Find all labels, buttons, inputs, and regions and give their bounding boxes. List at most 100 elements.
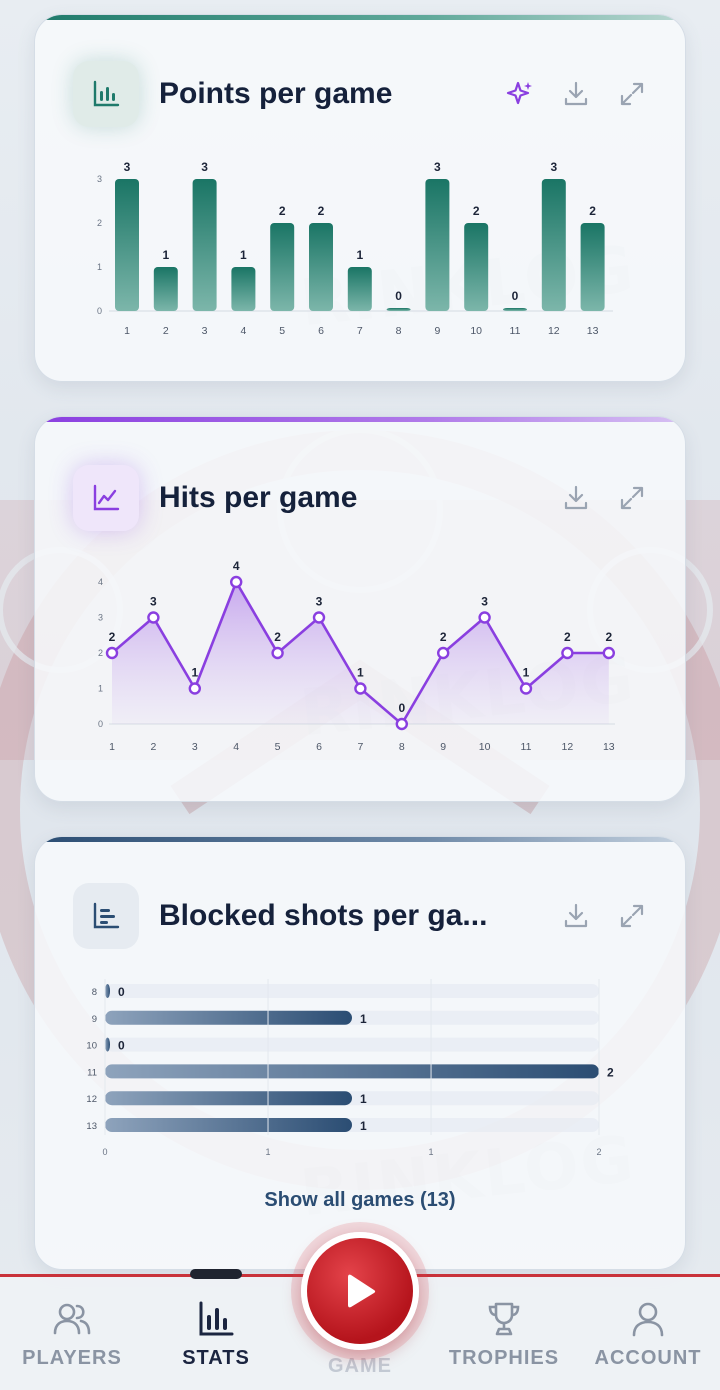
bar (580, 223, 605, 311)
y-tick-label: 11 (87, 1067, 97, 1078)
bar (309, 223, 333, 311)
account-icon (632, 1302, 664, 1337)
y-tick-label: 12 (86, 1094, 97, 1105)
bar (347, 267, 372, 311)
data-label: 2 (605, 630, 612, 644)
play-game-button[interactable] (301, 1232, 419, 1350)
data-label: 2 (440, 630, 447, 644)
nav-label: GAME (328, 1355, 392, 1377)
x-tick-label: 12 (548, 325, 560, 337)
data-label: 1 (523, 666, 530, 680)
data-label: 2 (564, 630, 571, 644)
nav-stats[interactable]: STATS (146, 1299, 286, 1370)
data-label: 2 (109, 630, 116, 644)
y-tick-label: 4 (98, 577, 103, 587)
data-label: 0 (118, 985, 125, 999)
data-label: 1 (356, 248, 363, 262)
bar (105, 1010, 352, 1025)
bar (425, 179, 450, 311)
data-label: 3 (550, 160, 557, 174)
x-tick-label: 1 (266, 1147, 271, 1157)
data-label: 3 (124, 160, 131, 174)
nav-game[interactable]: GAME (290, 1347, 430, 1378)
bar (541, 179, 566, 311)
play-icon (348, 1274, 376, 1308)
x-tick-label: 10 (479, 741, 491, 753)
data-point (519, 682, 533, 695)
y-tick-label: 1 (97, 262, 102, 272)
bar (464, 223, 489, 311)
bar (105, 1037, 110, 1052)
data-label: 0 (395, 289, 402, 303)
data-label: 2 (607, 1065, 614, 1079)
data-point (229, 575, 243, 589)
x-tick-label: 6 (316, 741, 322, 753)
y-tick-label: 13 (86, 1121, 97, 1132)
trophy-icon (488, 1302, 520, 1336)
y-tick-label: 8 (92, 987, 97, 998)
data-point (354, 682, 367, 695)
bar (153, 267, 178, 311)
x-tick-label: 8 (399, 741, 405, 753)
x-tick-label: 4 (240, 325, 246, 337)
data-label: 3 (201, 160, 208, 174)
x-tick-label: 4 (233, 741, 239, 753)
nav-label: PLAYERS (22, 1347, 122, 1369)
y-tick-label: 0 (97, 306, 102, 316)
y-tick-label: 0 (98, 719, 103, 729)
points-bar-chart: 0123311233142526170839210011312213 (97, 160, 613, 337)
y-tick-label: 9 (92, 1014, 97, 1025)
nav-players[interactable]: PLAYERS (2, 1299, 142, 1370)
data-label: 3 (316, 595, 323, 609)
active-tab-indicator (190, 1269, 242, 1279)
bar (105, 1091, 352, 1106)
bar (105, 984, 110, 998)
bar (270, 223, 295, 311)
data-label: 1 (162, 248, 169, 262)
x-tick-label: 8 (396, 325, 402, 337)
nav-label: STATS (182, 1347, 250, 1369)
x-tick-label: 10 (470, 325, 482, 337)
x-tick-label: 6 (318, 325, 324, 337)
x-tick-label: 1 (124, 325, 130, 337)
nav-account[interactable]: ACCOUNT (578, 1299, 718, 1370)
x-tick-label: 11 (510, 325, 521, 337)
x-tick-label: 0 (102, 1147, 107, 1157)
x-tick-label: 3 (192, 741, 198, 753)
x-tick-label: 2 (150, 741, 156, 753)
x-tick-label: 2 (596, 1147, 601, 1157)
x-tick-label: 1 (429, 1147, 434, 1157)
data-label: 1 (240, 248, 247, 262)
stats-icon (199, 1301, 234, 1336)
data-point (188, 682, 202, 695)
players-icon (53, 1303, 91, 1335)
data-label: 2 (279, 204, 286, 218)
x-tick-label: 3 (202, 325, 208, 337)
bar (115, 179, 139, 311)
data-label: 0 (398, 701, 405, 715)
y-tick-label: 3 (97, 174, 102, 184)
data-label: 2 (473, 204, 480, 218)
hits-per-game-card: Hits per game 0 1 2 3 4 2 1 3 2 1 3 4 4 2 5 3 6 1 7 0 8 2 9 3 10… (34, 416, 686, 802)
nav-trophies[interactable]: TROPHIES (434, 1299, 574, 1370)
x-tick-label: 1 (109, 741, 115, 753)
bar (231, 267, 256, 311)
blocked-shots-card: Blocked shots per ga... 8 0 9 1 10 0 11 2 12 1 13 1… (34, 836, 686, 1270)
x-tick-label: 9 (434, 325, 440, 337)
data-label: 3 (150, 595, 157, 609)
data-label: 3 (434, 160, 441, 174)
y-tick-label: 2 (97, 218, 102, 228)
x-tick-label: 13 (587, 325, 599, 337)
bar (386, 308, 411, 311)
bar (105, 1118, 352, 1132)
show-all-games-link[interactable]: Show all games (13) (35, 1189, 685, 1212)
y-tick-label: 1 (98, 684, 103, 694)
y-tick-label: 3 (98, 613, 103, 623)
data-point (105, 646, 119, 660)
data-point (437, 646, 450, 660)
y-tick-label: 2 (98, 648, 103, 658)
x-tick-label: 5 (279, 325, 285, 337)
data-label: 1 (360, 1092, 367, 1106)
data-point (147, 611, 160, 624)
y-tick-label: 10 (86, 1041, 97, 1052)
